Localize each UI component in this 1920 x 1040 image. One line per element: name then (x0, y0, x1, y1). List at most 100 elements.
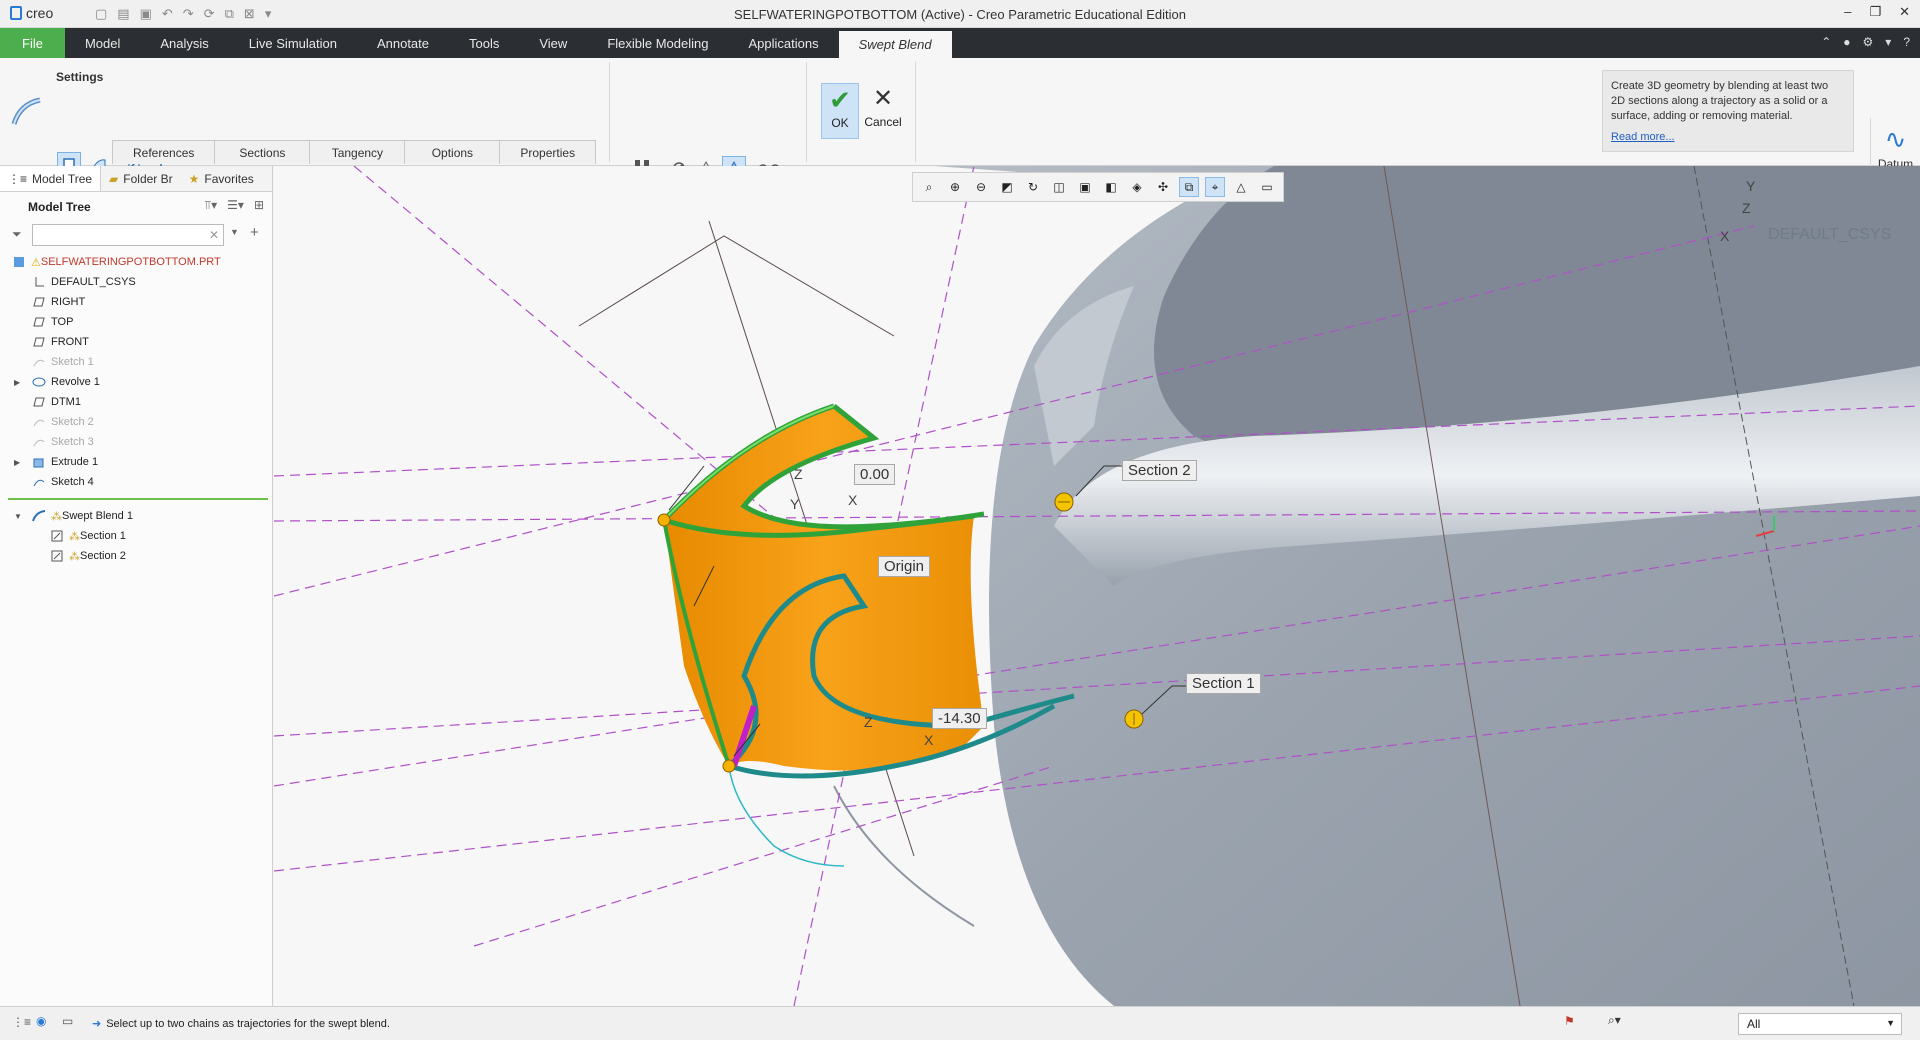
dimension-bottom[interactable]: -14.30 (932, 708, 987, 729)
search-dropdown-icon[interactable]: ▼ (230, 227, 239, 237)
csys-x-label: X (1720, 228, 1730, 244)
status-message: ➜ Select up to two chains as trajectorie… (92, 1017, 390, 1031)
read-more-link[interactable]: Read more... (1611, 130, 1845, 145)
settings-icon[interactable]: ⚙ (1863, 35, 1874, 49)
tree-item-root-part[interactable]: ⚠ SELFWATERINGPOTBOTTOM.PRT (0, 252, 272, 272)
zoom-in-icon[interactable]: ⊕ (945, 177, 965, 197)
tree-item-dtm1[interactable]: DTM1 (0, 392, 272, 412)
close-icon[interactable]: ✕ (1899, 4, 1910, 20)
tree-item-section-2[interactable]: ⁂ Section 2 (0, 546, 272, 566)
annotation-display-icon[interactable]: ⧉ (1179, 177, 1199, 197)
tab-sections[interactable]: Sections (214, 140, 311, 164)
find-icon[interactable]: ⌕▾ (1608, 1013, 1621, 1028)
origin-tag[interactable]: Origin (878, 556, 931, 577)
tree-item-top[interactable]: TOP (0, 312, 272, 332)
graphics-window[interactable]: Section 2 Section 1 Origin 0.00 -14.30 Z… (274, 166, 1920, 1006)
ribbon-menu-icon[interactable]: ▾ (1885, 35, 1891, 49)
tab-analysis[interactable]: Analysis (140, 28, 228, 58)
tab-properties[interactable]: Properties (499, 140, 597, 164)
tree-item-sketch-2[interactable]: Sketch 2 (0, 412, 272, 432)
tree-item-section-1[interactable]: ⁂ Section 1 (0, 526, 272, 546)
tab-tools[interactable]: Tools (449, 28, 519, 58)
filter-dropdown-icon[interactable]: ▼ (1886, 1018, 1895, 1028)
tree-item-revolve-1[interactable]: ▶ Revolve 1 (0, 372, 272, 392)
x-icon: ✕ (872, 85, 894, 112)
view-manager-icon[interactable]: ▣ (1075, 177, 1095, 197)
tree-item-sketch-3[interactable]: Sketch 3 (0, 432, 272, 452)
part-icon (12, 255, 26, 269)
tree-settings-icon[interactable]: ☰▾ (227, 198, 244, 213)
tab-model-tree[interactable]: ⋮≡ Model Tree (0, 166, 102, 191)
tree-filters-icon[interactable]: ⫪▾ (204, 198, 217, 213)
axis-x-label: X (848, 492, 858, 508)
tab-swept-blend[interactable]: Swept Blend (838, 31, 952, 58)
datum-display-icon[interactable]: ✣ (1153, 177, 1173, 197)
appearance-icon[interactable]: △ (1231, 177, 1251, 197)
tab-options[interactable]: Options (404, 140, 501, 164)
restore-icon[interactable]: ❐ (1869, 4, 1881, 20)
flag-icon[interactable]: ⚑ (1564, 1014, 1575, 1028)
expand-arrow-icon[interactable]: ▶ (14, 378, 24, 387)
perspective-icon[interactable]: ◈ (1127, 177, 1147, 197)
help-tooltip: Create 3D geometry by blending at least … (1602, 70, 1854, 152)
tab-annotate[interactable]: Annotate (357, 28, 449, 58)
section-view-icon[interactable]: ▭ (1257, 177, 1277, 197)
model-tree-icon: ⋮≡ (8, 171, 28, 186)
tab-folder-browser[interactable]: ▰ Folder Br (101, 166, 181, 191)
show-hide-icon[interactable]: ⊞ (254, 198, 264, 213)
ok-button[interactable]: ✔ OK (821, 83, 859, 139)
saved-orientations-icon[interactable]: ◫ (1049, 177, 1069, 197)
expand-arrow-icon[interactable]: ▶ (14, 458, 24, 467)
tab-tangency[interactable]: Tangency (309, 140, 406, 164)
navigator-panel: ⋮≡ Model Tree ▰ Folder Br ★ Favorites Model… (0, 166, 273, 1006)
insert-here-marker[interactable] (8, 498, 268, 500)
tree-item-extrude-1[interactable]: ▶ Extrude 1 (0, 452, 272, 472)
model-graphics[interactable] (274, 166, 1920, 1006)
tab-favorites[interactable]: ★ Favorites (181, 166, 262, 191)
tree-item-default-csys[interactable]: DEFAULT_CSYS (0, 272, 272, 292)
add-filter-icon[interactable]: + (250, 224, 259, 241)
arrow-right-icon: ➜ (92, 1018, 102, 1030)
extrude-icon (32, 455, 46, 469)
cancel-button[interactable]: ✕ Cancel (862, 83, 904, 139)
fullscreen-icon[interactable]: ▭ (62, 1014, 73, 1028)
tab-flexible-modeling[interactable]: Flexible Modeling (587, 28, 728, 58)
tab-live-simulation[interactable]: Live Simulation (229, 28, 357, 58)
pot-solid-model[interactable] (833, 166, 1920, 1006)
collapse-arrow-icon[interactable]: ▼ (14, 512, 24, 521)
tree-search-input[interactable]: ✕ (32, 224, 224, 246)
swept-blend-dashboard: Settings References Sections Tangency Op… (0, 58, 1920, 222)
dimension-top[interactable]: 0.00 (854, 464, 896, 485)
collapse-ribbon-icon[interactable]: ⌃ (1821, 35, 1831, 49)
tab-view[interactable]: View (519, 28, 587, 58)
minimize-icon[interactable]: – (1844, 4, 1851, 20)
clear-search-icon[interactable]: ✕ (209, 228, 219, 242)
display-style-icon[interactable]: ◧ (1101, 177, 1121, 197)
tree-item-sketch-4[interactable]: Sketch 4 (0, 472, 272, 492)
tree-item-right[interactable]: RIGHT (0, 292, 272, 312)
tab-applications[interactable]: Applications (728, 28, 838, 58)
tree-item-swept-blend-1[interactable]: ▼ ⁂ Swept Blend 1 (0, 506, 272, 526)
section-2-tag[interactable]: Section 2 (1122, 460, 1197, 481)
help-icon[interactable]: ? (1903, 35, 1910, 49)
tab-references[interactable]: References (112, 140, 216, 164)
section-1-tag[interactable]: Section 1 (1186, 673, 1261, 694)
default-csys-label[interactable]: DEFAULT_CSYS (1768, 226, 1891, 244)
tree-item-sketch-1[interactable]: Sketch 1 (0, 352, 272, 372)
refit-icon[interactable]: ⌕ (919, 177, 939, 197)
notification-icon[interactable]: ● (1843, 35, 1850, 49)
swept-blend-icon (32, 509, 46, 523)
ribbon-tab-bar: File Model Analysis Live Simulation Anno… (0, 28, 1920, 58)
axis-z-label: Z (794, 466, 803, 482)
tab-model[interactable]: Model (65, 28, 140, 58)
repaint-icon[interactable]: ◩ (997, 177, 1017, 197)
spin-center-icon[interactable]: ⌖ (1205, 177, 1225, 197)
show-browser-icon[interactable]: ◉ (36, 1014, 46, 1028)
tree-item-front[interactable]: FRONT (0, 332, 272, 352)
zoom-out-icon[interactable]: ⊖ (971, 177, 991, 197)
selection-filter-select[interactable]: All ▼ (1738, 1013, 1902, 1035)
reorient-icon[interactable]: ↻ (1023, 177, 1043, 197)
tab-file[interactable]: File (0, 28, 65, 58)
csys-y-label: Y (1746, 178, 1756, 194)
show-navigator-icon[interactable]: ⋮≡ (12, 1015, 31, 1029)
